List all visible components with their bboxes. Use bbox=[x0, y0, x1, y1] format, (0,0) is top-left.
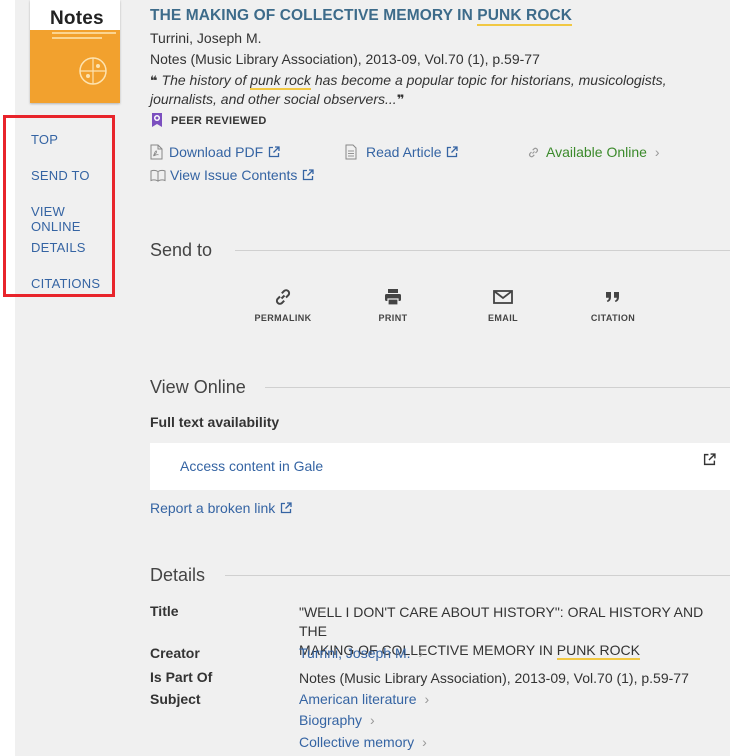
email-icon bbox=[493, 290, 513, 304]
download-pdf-label: Download PDF bbox=[169, 144, 264, 160]
read-article-link[interactable]: Read Article bbox=[345, 144, 459, 160]
peer-reviewed-icon bbox=[152, 113, 162, 127]
subject-link[interactable]: Biography › bbox=[299, 712, 375, 728]
abstract-text: The history of bbox=[157, 72, 251, 88]
nav-item-details[interactable]: DETAILS bbox=[31, 240, 86, 255]
nav-item-view-online[interactable]: VIEW ONLINE bbox=[31, 204, 112, 234]
view-online-heading: View Online bbox=[150, 377, 246, 397]
record-author: Turrini, Joseph M. bbox=[150, 30, 262, 46]
permalink-icon bbox=[275, 289, 291, 305]
abstract-highlight: punk rock bbox=[250, 72, 311, 90]
record-source: Notes (Music Library Association), 2013-… bbox=[150, 51, 540, 67]
permalink-button[interactable]: PERMALINK bbox=[243, 287, 323, 323]
details-heading: Details bbox=[150, 565, 206, 585]
details-creator-label: Creator bbox=[150, 645, 200, 661]
details-title-line: "WELL I DON'T CARE ABOUT HISTORY": ORAL … bbox=[299, 604, 704, 639]
peer-reviewed-badge: PEER REVIEWED bbox=[150, 112, 267, 130]
access-gale-link[interactable]: Access content in Gale bbox=[180, 458, 323, 474]
email-label: EMAIL bbox=[488, 313, 518, 323]
section-navigation: TOP SEND TO VIEW ONLINE DETAILS CITATION… bbox=[3, 115, 115, 297]
print-button[interactable]: PRINT bbox=[353, 287, 433, 323]
creator-link-label: Turrini, Joseph M. bbox=[299, 645, 411, 661]
subject-link-label: Collective memory bbox=[299, 734, 415, 750]
peer-reviewed-label: PEER REVIEWED bbox=[171, 115, 267, 127]
close-quote-icon: ❞ bbox=[396, 92, 405, 107]
record-abstract: ❝ The history of punk rock has become a … bbox=[150, 71, 690, 109]
download-pdf-link[interactable]: Download PDF bbox=[150, 144, 280, 160]
available-online-label: Available Online bbox=[546, 144, 647, 160]
article-icon bbox=[345, 144, 357, 160]
cover-title-band: Notes bbox=[30, 0, 120, 30]
gale-access-card: Access content in Gale bbox=[150, 443, 730, 490]
section-divider bbox=[265, 387, 730, 388]
citation-quote-icon bbox=[606, 292, 619, 302]
details-ispartof-value: Notes (Music Library Association), 2013-… bbox=[299, 670, 689, 686]
external-link-icon[interactable] bbox=[703, 453, 716, 466]
record-title-highlight: PUNK ROCK bbox=[477, 7, 573, 26]
external-link-icon bbox=[303, 169, 315, 181]
external-link-icon bbox=[447, 146, 459, 158]
citation-button[interactable]: CITATION bbox=[573, 287, 653, 323]
creator-link[interactable]: Turrini, Joseph M. › bbox=[299, 645, 423, 661]
chevron-right-icon: › bbox=[418, 645, 424, 661]
cover-thumbnail[interactable]: Notes bbox=[30, 0, 120, 103]
details-ispartof-label: Is Part Of bbox=[150, 669, 213, 685]
subject-link[interactable]: American literature › bbox=[299, 691, 429, 707]
view-issue-contents-label: View Issue Contents bbox=[170, 167, 298, 183]
details-title-highlight: PUNK ROCK bbox=[556, 642, 640, 660]
send-to-heading: Send to bbox=[150, 240, 213, 260]
full-text-availability-label: Full text availability bbox=[150, 414, 280, 430]
cover-subtitle-line bbox=[52, 37, 102, 39]
view-issue-contents-link[interactable]: View Issue Contents bbox=[150, 167, 315, 183]
link-icon bbox=[529, 147, 538, 157]
print-icon bbox=[385, 289, 401, 306]
cover-subtitle-line bbox=[52, 32, 116, 34]
nav-item-citations[interactable]: CITATIONS bbox=[31, 276, 100, 291]
report-broken-link[interactable]: Report a broken link bbox=[150, 500, 292, 516]
section-divider bbox=[225, 575, 730, 576]
chevron-right-icon: › bbox=[422, 734, 427, 750]
record-title[interactable]: THE MAKING OF COLLECTIVE MEMORY IN PUNK … bbox=[150, 7, 573, 26]
subject-link-label: American literature bbox=[299, 691, 417, 707]
print-label: PRINT bbox=[378, 313, 408, 323]
nav-item-top[interactable]: TOP bbox=[31, 132, 58, 147]
permalink-label: PERMALINK bbox=[254, 313, 312, 323]
external-link-icon bbox=[269, 146, 280, 158]
citation-label: CITATION bbox=[590, 313, 636, 323]
subject-link-label: Biography bbox=[299, 712, 363, 728]
cover-title: Notes bbox=[50, 8, 104, 29]
section-divider bbox=[235, 250, 730, 251]
left-strip bbox=[0, 0, 15, 756]
details-subject-label: Subject bbox=[150, 691, 201, 707]
cover-emblem-icon bbox=[79, 57, 107, 85]
available-online-link[interactable]: Available Online › bbox=[527, 144, 660, 160]
read-article-label: Read Article bbox=[366, 144, 442, 160]
chevron-right-icon: › bbox=[654, 144, 660, 160]
record-title-text: THE MAKING OF COLLECTIVE MEMORY IN bbox=[150, 7, 478, 24]
chevron-right-icon: › bbox=[370, 712, 375, 728]
external-link-icon bbox=[281, 502, 292, 514]
open-book-icon bbox=[150, 169, 166, 182]
subject-link[interactable]: Collective memory › bbox=[299, 734, 427, 750]
open-quote-icon: ❝ bbox=[150, 73, 158, 88]
report-broken-link-label: Report a broken link bbox=[150, 500, 276, 516]
details-title-label: Title bbox=[150, 603, 179, 619]
pdf-file-icon bbox=[150, 144, 163, 160]
chevron-right-icon: › bbox=[424, 691, 430, 707]
nav-item-send-to[interactable]: SEND TO bbox=[31, 168, 90, 183]
email-button[interactable]: EMAIL bbox=[463, 287, 543, 323]
